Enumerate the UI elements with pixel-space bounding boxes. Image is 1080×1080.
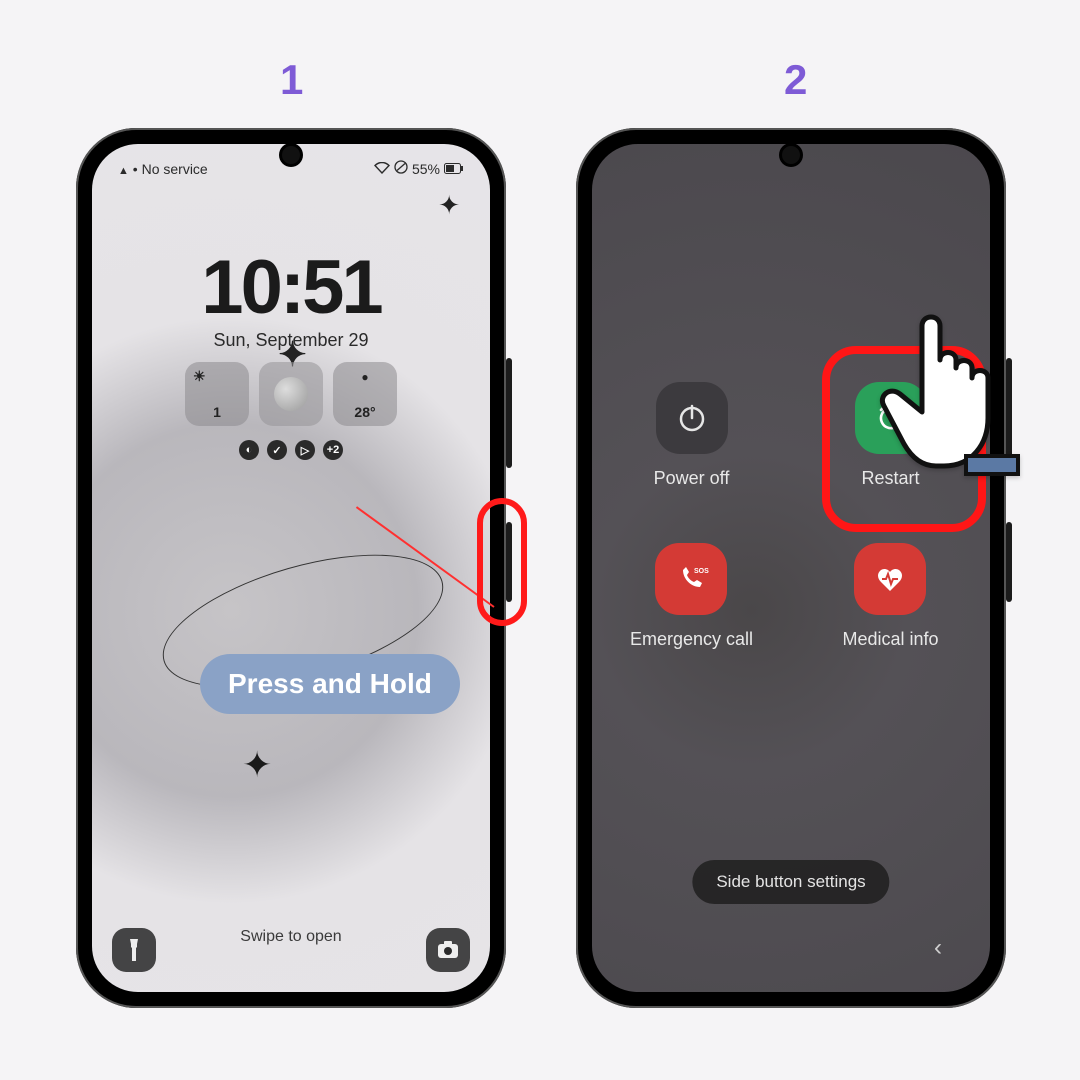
step-2-label: 2 (784, 56, 807, 104)
phone-frame-1: ▲ • No service 55% ✦ 10:51 ✦ Sun, Septem… (76, 128, 506, 1008)
do-not-disturb-icon (394, 160, 408, 177)
sparkle-icon: ✦ (242, 744, 272, 786)
camera-button[interactable] (426, 928, 470, 972)
front-camera (282, 146, 300, 164)
notif-icon: ✓ (267, 440, 287, 460)
sparkle-icon: ✦ (438, 190, 460, 221)
step-1-label: 1 (280, 56, 303, 104)
phone-frame-2: Power off Restart SOS Emergency call Med… (576, 128, 1006, 1008)
front-camera (782, 146, 800, 164)
annotation-power-highlight (477, 498, 527, 626)
side-button-settings[interactable]: Side button settings (692, 860, 889, 904)
widget-weather-day[interactable]: 1 (185, 362, 249, 426)
widget-temp[interactable]: 28° (333, 362, 397, 426)
widget-moon[interactable] (259, 362, 323, 426)
lock-widgets: 1 28° (92, 362, 490, 426)
lock-date: Sun, September 29 (92, 330, 490, 351)
notification-icons[interactable]: ◐ ✓ ▷ +2 (92, 440, 490, 460)
phone-sos-icon: SOS (655, 543, 727, 615)
carrier-text: No service (142, 161, 208, 177)
power-button[interactable] (1006, 522, 1012, 602)
svg-text:SOS: SOS (694, 568, 709, 575)
back-chevron-icon[interactable]: ‹ (934, 934, 942, 962)
battery-text: 55% (412, 161, 440, 177)
flashlight-button[interactable] (112, 928, 156, 972)
power-icon (656, 382, 728, 454)
notif-icon: ◐ (239, 440, 259, 460)
hand-pointer-icon (870, 296, 1050, 491)
notif-more: +2 (323, 440, 343, 460)
volume-button[interactable] (506, 358, 512, 468)
wifi-icon (374, 161, 390, 177)
medical-info-button[interactable]: Medical info (842, 543, 938, 650)
battery-icon (444, 161, 464, 177)
heart-pulse-icon (854, 543, 926, 615)
power-off-button[interactable]: Power off (654, 382, 730, 489)
emergency-call-button[interactable]: SOS Emergency call (630, 543, 753, 650)
annotation-press-hold: Press and Hold (200, 654, 460, 714)
power-menu-screen: Power off Restart SOS Emergency call Med… (592, 144, 990, 992)
play-store-icon: ▷ (295, 440, 315, 460)
lock-screen: ▲ • No service 55% ✦ 10:51 ✦ Sun, Septem… (92, 144, 490, 992)
